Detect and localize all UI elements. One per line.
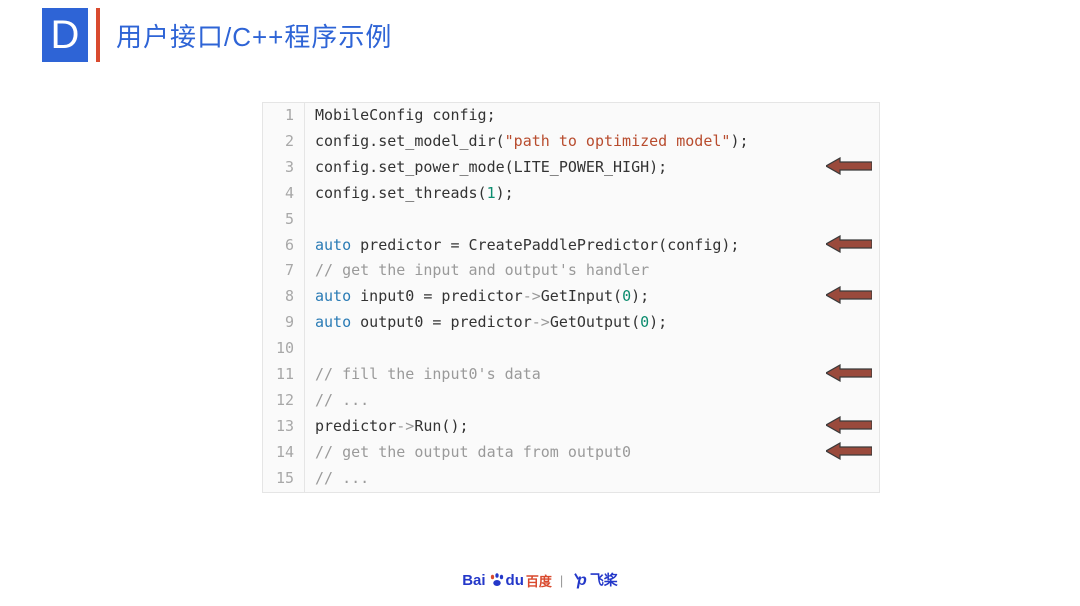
code-line: 5 xyxy=(263,207,879,233)
code-content: config.set_model_dir("path to optimized … xyxy=(305,129,749,155)
code-content: // ... xyxy=(305,466,369,492)
code-line: 14// get the output data from output0 xyxy=(263,440,879,466)
line-number: 15 xyxy=(263,466,305,492)
code-block: 1MobileConfig config;2config.set_model_d… xyxy=(262,102,880,493)
line-number: 2 xyxy=(263,129,305,155)
line-number: 12 xyxy=(263,388,305,414)
code-content: auto predictor = CreatePaddlePredictor(c… xyxy=(305,233,739,259)
code-content xyxy=(305,336,315,362)
code-content: MobileConfig config; xyxy=(305,103,496,129)
code-line: 3config.set_power_mode(LITE_POWER_HIGH); xyxy=(263,155,879,181)
pointer-arrow-icon xyxy=(826,235,872,258)
accent-bar xyxy=(96,8,100,62)
line-number: 13 xyxy=(263,414,305,440)
code-content: auto output0 = predictor->GetOutput(0); xyxy=(305,310,667,336)
code-line: 6auto predictor = CreatePaddlePredictor(… xyxy=(263,233,879,259)
pointer-arrow-icon xyxy=(826,157,872,180)
code-content xyxy=(305,207,315,233)
line-number: 11 xyxy=(263,362,305,388)
line-number: 10 xyxy=(263,336,305,362)
footer-logos: Bai du 百度 | ᐠp 飞桨 xyxy=(0,570,1080,590)
pointer-arrow-icon xyxy=(826,442,872,465)
code-content: predictor->Run(); xyxy=(305,414,469,440)
line-number: 7 xyxy=(263,258,305,284)
baidu-en-suffix: du xyxy=(506,572,524,589)
code-content: // ... xyxy=(305,388,369,414)
pointer-arrow-icon xyxy=(826,364,872,387)
line-number: 9 xyxy=(263,310,305,336)
baidu-logo: Bai du 百度 xyxy=(462,571,552,590)
pointer-arrow-icon xyxy=(826,416,872,439)
section-badge: D xyxy=(42,8,88,62)
baidu-en-prefix: Bai xyxy=(462,572,485,589)
paddle-cn: 飞桨 xyxy=(590,570,618,590)
logo-divider: | xyxy=(560,573,563,588)
line-number: 8 xyxy=(263,284,305,310)
code-line: 1MobileConfig config; xyxy=(263,103,879,129)
slide-title: 用户接口/C++程序示例 xyxy=(116,17,392,54)
code-content: // get the output data from output0 xyxy=(305,440,631,466)
line-number: 4 xyxy=(263,181,305,207)
line-number: 5 xyxy=(263,207,305,233)
paddle-logo: ᐠp 飞桨 xyxy=(571,570,618,590)
code-line: 8auto input0 = predictor->GetInput(0); xyxy=(263,284,879,310)
code-content: config.set_threads(1); xyxy=(305,181,514,207)
slide-header: D 用户接口/C++程序示例 xyxy=(0,0,1080,62)
code-line: 4config.set_threads(1); xyxy=(263,181,879,207)
code-content: config.set_power_mode(LITE_POWER_HIGH); xyxy=(305,155,667,181)
code-line: 2config.set_model_dir("path to optimized… xyxy=(263,129,879,155)
code-line: 12// ... xyxy=(263,388,879,414)
code-line: 7// get the input and output's handler xyxy=(263,258,879,284)
line-number: 3 xyxy=(263,155,305,181)
paw-icon xyxy=(488,572,506,588)
baidu-cn: 百度 xyxy=(526,571,552,590)
code-line: 13predictor->Run(); xyxy=(263,414,879,440)
line-number: 6 xyxy=(263,233,305,259)
code-line: 10 xyxy=(263,336,879,362)
code-line: 9auto output0 = predictor->GetOutput(0); xyxy=(263,310,879,336)
pointer-arrow-icon xyxy=(826,286,872,309)
line-number: 14 xyxy=(263,440,305,466)
code-line: 11// fill the input0's data xyxy=(263,362,879,388)
line-number: 1 xyxy=(263,103,305,129)
code-content: // get the input and output's handler xyxy=(305,258,649,284)
code-line: 15// ... xyxy=(263,466,879,492)
code-content: auto input0 = predictor->GetInput(0); xyxy=(305,284,649,310)
paddle-mark: ᐠp xyxy=(571,570,586,590)
code-content: // fill the input0's data xyxy=(305,362,541,388)
